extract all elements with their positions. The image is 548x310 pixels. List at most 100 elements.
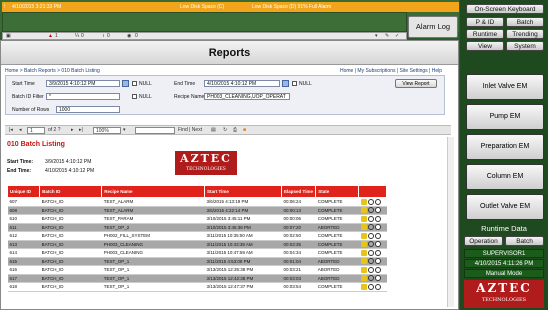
batch-filter-field[interactable]: * xyxy=(46,93,120,100)
clock-icon[interactable] xyxy=(374,215,381,222)
export-row-icon[interactable] xyxy=(360,207,367,214)
table-cell: 607 xyxy=(7,197,40,207)
operation-button[interactable]: Operation xyxy=(464,236,503,246)
row-actions xyxy=(358,223,387,232)
end-null-checkbox[interactable] xyxy=(292,81,297,86)
magnify-icon[interactable] xyxy=(367,275,374,282)
system-button[interactable]: System xyxy=(506,41,544,51)
col-batch-id[interactable]: Batch ID xyxy=(39,185,103,198)
export-row-icon[interactable] xyxy=(360,198,367,205)
view-report-button[interactable]: View Report xyxy=(395,79,437,88)
last-page-icon[interactable]: ▸| xyxy=(79,126,83,135)
export-row-icon[interactable] xyxy=(360,241,367,248)
table-cell: PH002_FILL_SYSTEM xyxy=(101,231,205,241)
settings-icon[interactable]: ✎ xyxy=(385,33,389,40)
export-row-icon[interactable] xyxy=(360,232,367,239)
runtime-batch-button[interactable]: Batch xyxy=(505,236,544,246)
col-recipe-name[interactable]: Recipe Name xyxy=(101,185,205,198)
col-unique-id[interactable]: Unique ID xyxy=(6,185,41,198)
table-cell: COMPLETE xyxy=(315,248,359,258)
col-elapsed-time[interactable]: Elapsed Time xyxy=(281,185,317,198)
site-links[interactable]: Home | My Subscriptions | Site Settings … xyxy=(340,67,442,75)
magnify-icon[interactable] xyxy=(367,224,374,231)
table-cell: TEST_ALARM xyxy=(101,206,205,215)
clock-icon[interactable] xyxy=(374,275,381,282)
info-icon: ı xyxy=(103,33,105,39)
outlet-valve-em-button[interactable]: Outlet Valve EM xyxy=(466,194,544,220)
column-em-button[interactable]: Column EM xyxy=(466,164,544,190)
calendar-icon[interactable] xyxy=(122,80,129,87)
runtime-button[interactable]: Runtime xyxy=(466,29,504,39)
magnify-icon[interactable] xyxy=(367,241,374,248)
inlet-valve-em-button[interactable]: Inlet Valve EM xyxy=(466,74,544,100)
alarm-log-button[interactable]: Alarm Log xyxy=(408,16,458,38)
print-icon[interactable]: ⎙ xyxy=(233,126,237,135)
find-next-link[interactable]: Find | Next xyxy=(178,126,202,135)
export-row-icon[interactable] xyxy=(360,275,367,282)
export-row-icon[interactable] xyxy=(360,266,367,273)
col-start-time[interactable]: Start Time xyxy=(203,185,283,198)
view-button[interactable]: View xyxy=(466,41,504,51)
magnify-icon[interactable] xyxy=(367,258,374,265)
active-alarm-row[interactable]: ! 4/10/2015 3:21:33 PM Low Disk Space (C… xyxy=(2,2,459,12)
clock-icon[interactable] xyxy=(374,249,381,256)
pump-em-button[interactable]: Pump EM xyxy=(466,104,544,130)
prev-page-icon[interactable]: ◂ xyxy=(19,126,22,135)
magnify-icon[interactable] xyxy=(367,207,374,214)
filter-icon[interactable]: ▾ xyxy=(375,33,378,40)
start-time-field[interactable]: 3/9/2015 4:10:12 PM xyxy=(46,80,120,87)
magnify-icon[interactable] xyxy=(367,215,374,222)
rows-field[interactable]: 1000 xyxy=(56,106,120,113)
feed-icon[interactable]: ■ xyxy=(243,126,246,135)
magnify-icon[interactable] xyxy=(367,249,374,256)
clock-icon[interactable] xyxy=(374,198,381,205)
magnify-icon[interactable] xyxy=(367,232,374,239)
clock-icon[interactable] xyxy=(374,266,381,273)
row-actions xyxy=(358,214,387,224)
export-row-icon[interactable] xyxy=(360,215,367,222)
clock-icon[interactable] xyxy=(374,207,381,214)
preparation-em-button[interactable]: Preparation EM xyxy=(466,134,544,160)
first-page-icon[interactable]: |◂ xyxy=(9,126,13,135)
clock-icon[interactable] xyxy=(374,241,381,248)
table-cell: ABORTED xyxy=(315,265,359,275)
clock-icon[interactable] xyxy=(374,283,381,290)
pid-button[interactable]: P & ID xyxy=(466,17,504,27)
export-row-icon[interactable] xyxy=(360,283,367,290)
recipe-name-label: Recipe Name xyxy=(174,94,205,100)
magnify-icon[interactable] xyxy=(367,198,374,205)
trending-button[interactable]: Trending xyxy=(506,29,544,39)
calendar-icon[interactable] xyxy=(282,80,289,87)
batch-button[interactable]: Batch xyxy=(506,17,544,27)
table-cell: 617 xyxy=(7,274,40,283)
magnify-icon[interactable] xyxy=(367,283,374,290)
refresh-icon[interactable]: ↻ xyxy=(223,126,227,135)
table-cell: ABORTED xyxy=(315,223,359,232)
on-screen-keyboard-button[interactable]: On-Screen Keyboard xyxy=(466,4,544,14)
recipe-name-select[interactable]: PH003_CLEANING,UOP_OPERAT xyxy=(204,93,290,100)
ack-all-icon[interactable]: ✓ xyxy=(395,33,399,40)
export-row-icon[interactable] xyxy=(360,258,367,265)
filter-null-checkbox[interactable] xyxy=(132,94,137,99)
clock-icon[interactable] xyxy=(374,224,381,231)
export-row-icon[interactable] xyxy=(360,249,367,256)
aztec-logo: AZTEC TECHNOLOGIES xyxy=(464,280,544,308)
export-row-icon[interactable] xyxy=(360,224,367,231)
next-page-icon[interactable]: ▸ xyxy=(71,126,74,135)
page-number-input[interactable]: 1 xyxy=(27,127,45,134)
col-state[interactable]: State xyxy=(315,185,360,198)
clock-icon[interactable] xyxy=(374,232,381,239)
table-cell: 610 xyxy=(7,214,40,224)
magnify-icon[interactable] xyxy=(367,266,374,273)
find-input[interactable] xyxy=(135,127,175,134)
table-cell: 612 xyxy=(7,231,40,241)
report-scrollbar[interactable] xyxy=(447,137,454,307)
start-null-checkbox[interactable] xyxy=(132,81,137,86)
end-time-field[interactable]: 4/10/2015 4:10:12 PM xyxy=(204,80,280,87)
table-cell: 3/11/2015 10:43:38 AM xyxy=(204,240,282,249)
clock-icon[interactable] xyxy=(374,258,381,265)
zoom-select[interactable]: 100% xyxy=(93,127,121,134)
zoom-dropdown-icon[interactable]: ▾ xyxy=(123,126,126,135)
table-row: 612 BATCH_ID PH002_FILL_SYSTEM 3/11/2015 10… xyxy=(7,231,387,241)
export-icon[interactable]: ▤ xyxy=(211,126,216,135)
